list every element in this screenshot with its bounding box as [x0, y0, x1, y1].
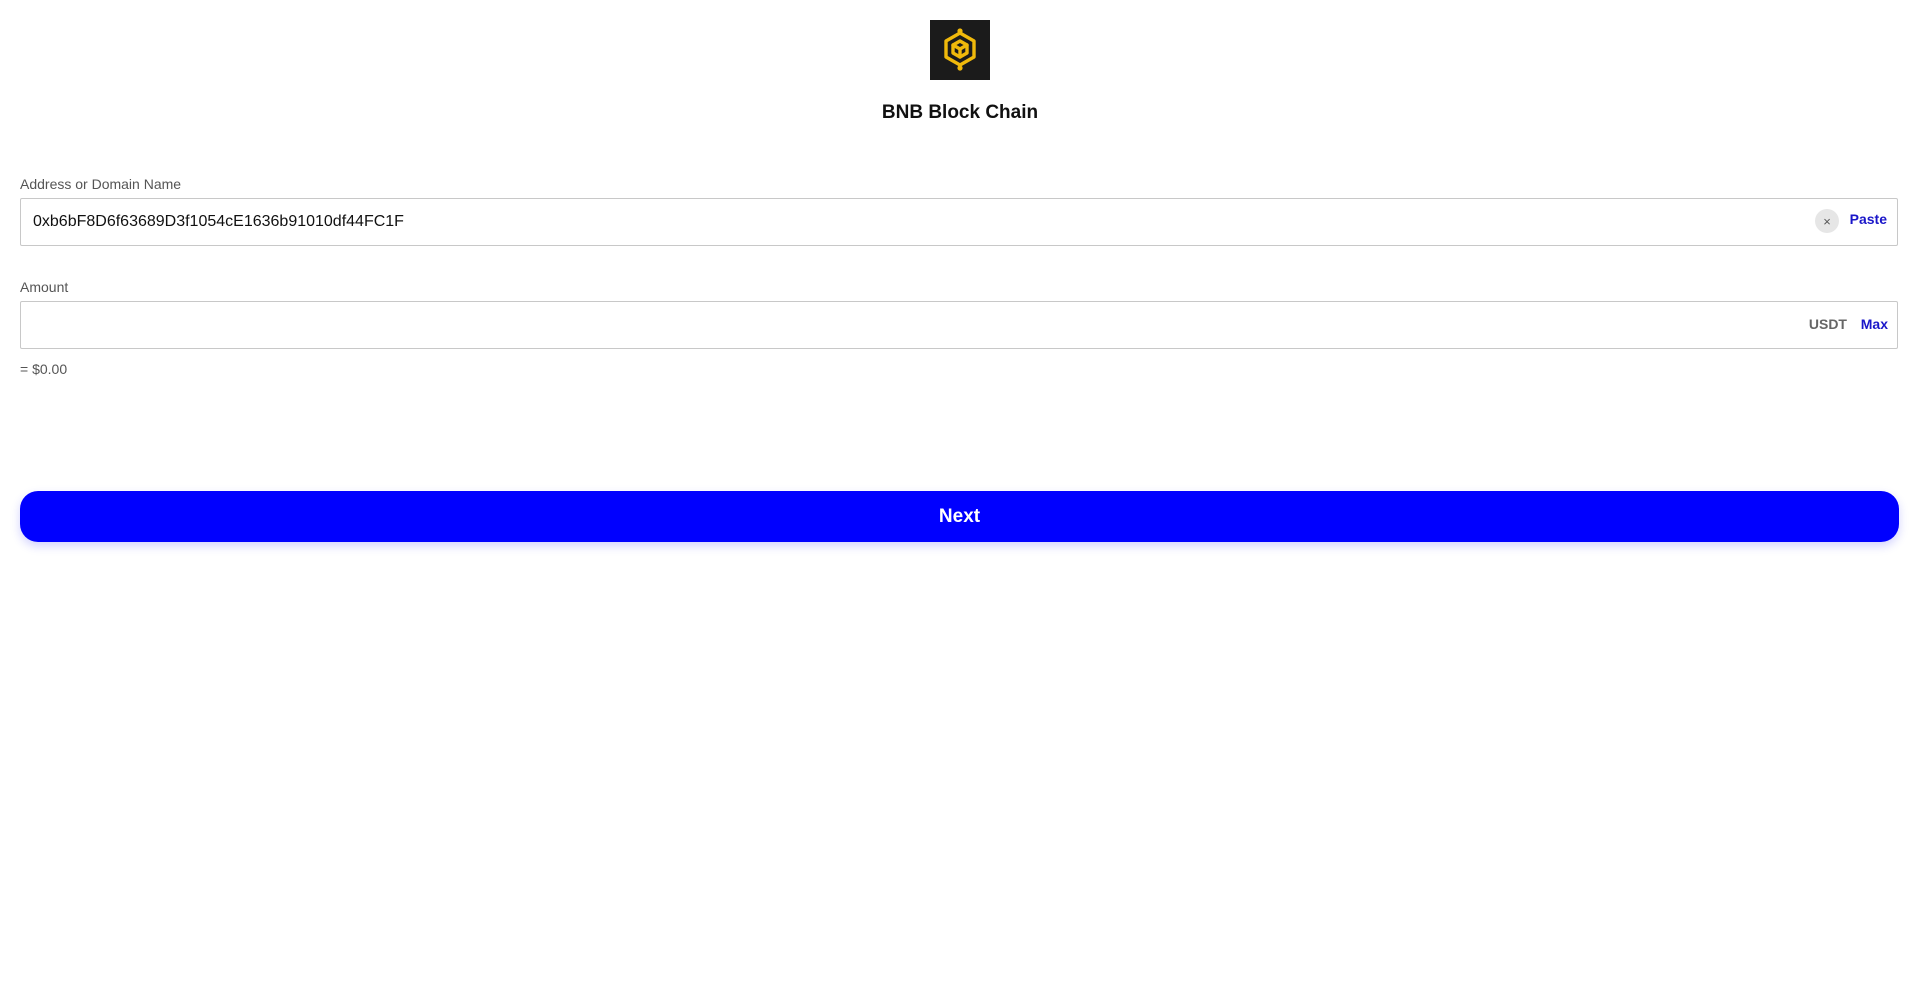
currency-unit: USDT	[1808, 316, 1847, 332]
bnb-cube-icon	[944, 28, 976, 71]
page-title: BNB Block Chain	[881, 102, 1039, 123]
paste-button[interactable]: Paste	[1850, 211, 1887, 227]
amount-input[interactable]	[33, 302, 1733, 348]
amount-field[interactable]: USDT Max	[20, 301, 1898, 349]
max-button[interactable]: Max	[1861, 316, 1888, 332]
address-input[interactable]	[33, 199, 1733, 245]
address-label: Address or Domain Name	[20, 176, 182, 192]
clear-address-button[interactable]: ×	[1815, 209, 1839, 233]
close-icon: ×	[1823, 213, 1831, 229]
send-page: BNB Block Chain Address or Domain Name ×…	[0, 0, 1920, 993]
amount-label: Amount	[20, 279, 69, 295]
usd-equivalent: = $0.00	[20, 361, 68, 377]
address-field[interactable]: × Paste	[20, 198, 1898, 246]
next-button[interactable]: Next	[20, 491, 1899, 542]
bnb-chain-logo-icon	[930, 20, 990, 80]
